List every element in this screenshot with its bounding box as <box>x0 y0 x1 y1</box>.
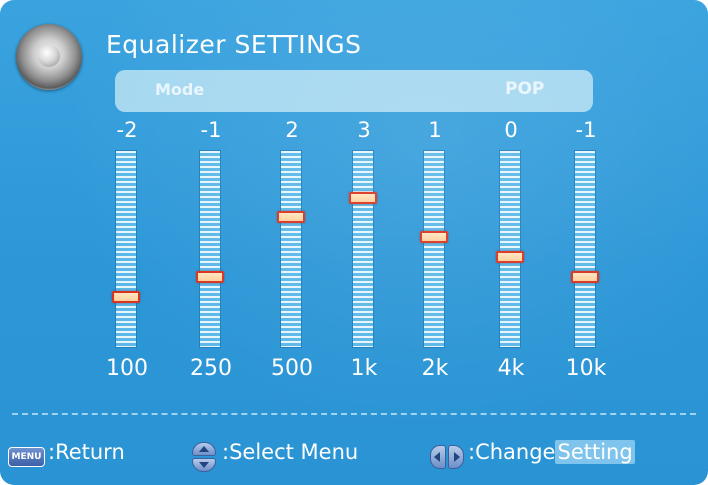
eq-band-4k[interactable]: 0 4k <box>481 118 541 388</box>
slider-knob[interactable] <box>112 290 140 303</box>
eq-band-1k[interactable]: 3 1k <box>334 118 394 388</box>
band-value: -1 <box>575 118 597 142</box>
change-label: :Change <box>468 440 556 464</box>
eq-band-250[interactable]: -1 250 <box>181 118 241 388</box>
mode-row[interactable]: Mode POP <box>115 70 593 112</box>
slider-knob[interactable] <box>496 251 524 263</box>
slider-track[interactable] <box>352 150 374 348</box>
slider-track[interactable] <box>499 150 521 348</box>
band-frequency: 250 <box>190 356 232 381</box>
band-frequency: 4k <box>497 356 525 381</box>
band-frequency: 2k <box>421 356 449 381</box>
change-setting-hint: :ChangeSetting <box>468 440 635 464</box>
band-frequency: 500 <box>271 356 313 381</box>
band-frequency: 100 <box>106 356 148 381</box>
slider-track[interactable] <box>574 150 596 348</box>
mode-value[interactable]: POP <box>505 79 544 99</box>
slider-knob[interactable] <box>420 231 448 244</box>
band-value: 1 <box>428 118 442 142</box>
slider-track[interactable] <box>423 150 445 348</box>
mode-label: Mode <box>155 80 205 99</box>
band-frequency: 10k <box>565 356 607 381</box>
slider-knob[interactable] <box>196 270 224 283</box>
left-right-key-icon[interactable] <box>430 445 464 469</box>
return-hint: :Return <box>48 440 125 464</box>
eq-band-10k[interactable]: -1 10k <box>556 118 616 388</box>
slider-track[interactable] <box>280 150 302 348</box>
menu-key-icon[interactable]: MENU <box>8 447 45 467</box>
page-title: Equalizer SETTINGS <box>106 30 362 59</box>
slider-track[interactable] <box>115 150 137 348</box>
speaker-cone <box>38 45 60 67</box>
slider-track[interactable] <box>199 150 221 348</box>
slider-knob[interactable] <box>349 191 377 204</box>
footer-divider <box>12 413 696 415</box>
slider-knob[interactable] <box>277 211 305 224</box>
select-menu-hint: :Select Menu <box>222 440 359 464</box>
eq-band-2k[interactable]: 1 2k <box>405 118 465 388</box>
band-value: -2 <box>116 118 138 142</box>
band-value: -1 <box>200 118 222 142</box>
slider-knob[interactable] <box>571 270 599 283</box>
band-value: 2 <box>285 118 299 142</box>
band-value: 3 <box>357 118 371 142</box>
eq-band-500[interactable]: 2 500 <box>262 118 322 388</box>
equalizer-screen: Equalizer SETTINGS Mode POP -2 100 -1 25… <box>0 0 708 485</box>
speaker-icon <box>16 24 82 90</box>
setting-label: Setting <box>555 440 635 464</box>
eq-band-100[interactable]: -2 100 <box>97 118 157 388</box>
up-down-key-icon[interactable] <box>192 442 216 472</box>
band-value: 0 <box>504 118 518 142</box>
band-frequency: 1k <box>350 356 378 381</box>
